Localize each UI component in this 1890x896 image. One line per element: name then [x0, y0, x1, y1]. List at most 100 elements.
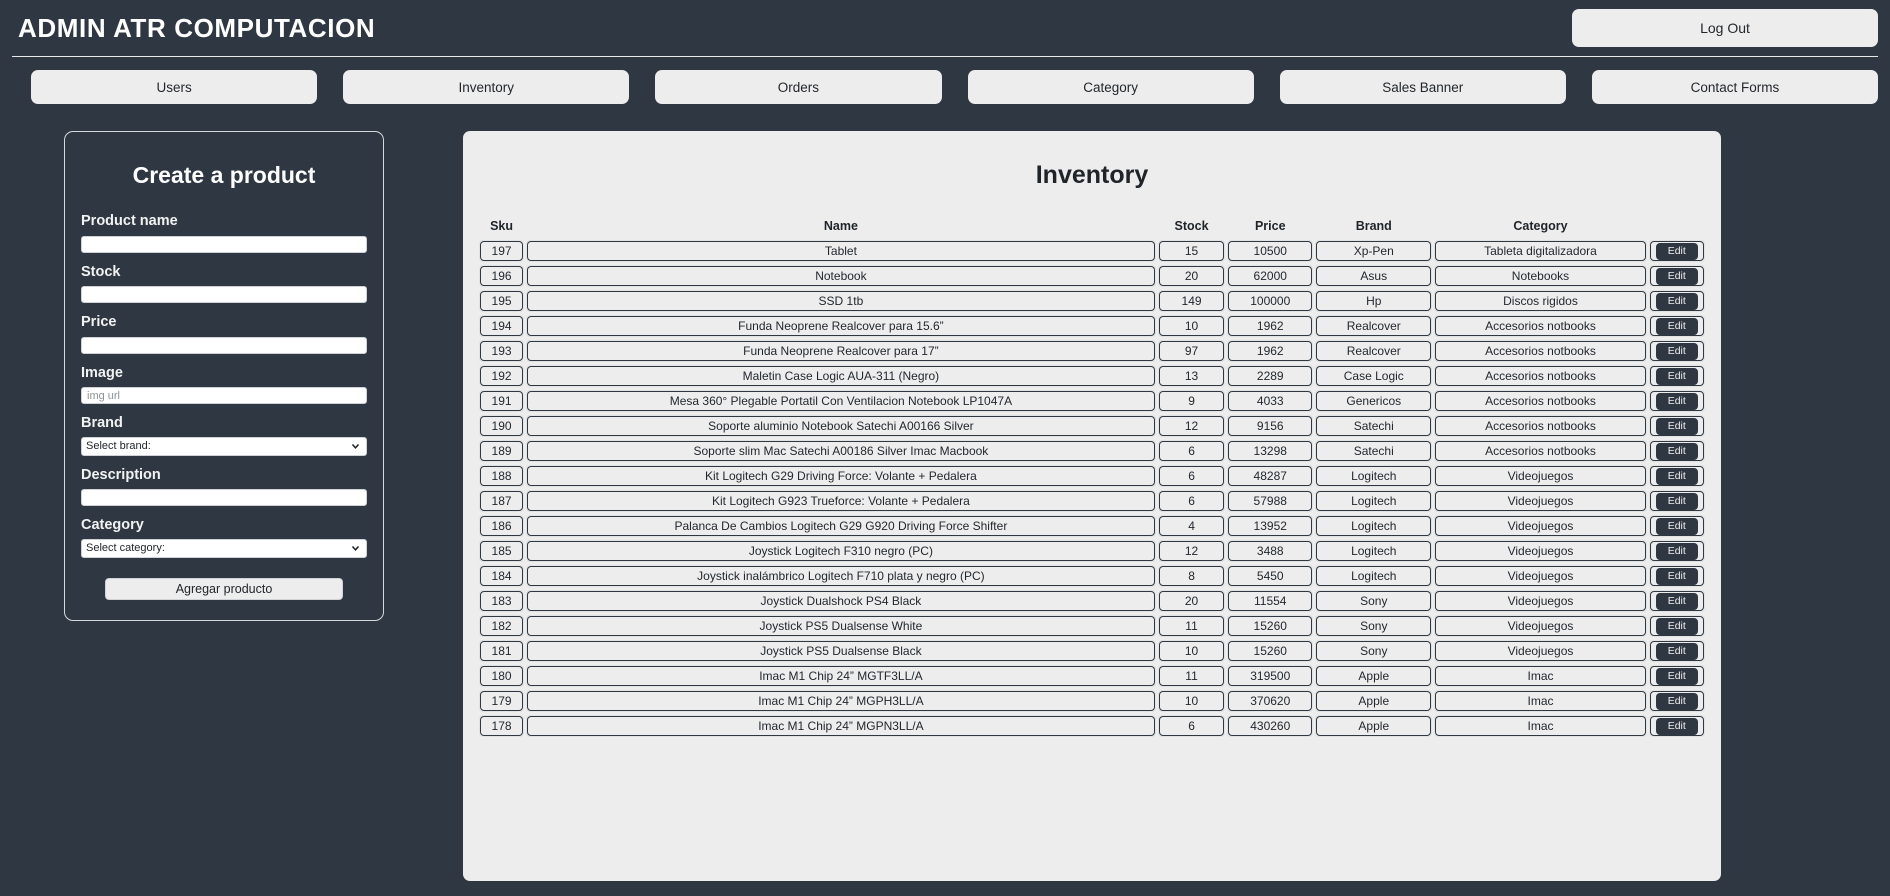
- form-title: Create a product: [132, 162, 316, 188]
- cell-actions: Edit: [1648, 690, 1705, 712]
- cell-sku: 195: [479, 290, 525, 312]
- cell-brand: Genericos: [1315, 390, 1433, 412]
- table-row: 182 Joystick PS5 Dualsense White 11 15260 So…: [479, 615, 1705, 637]
- cell-price: 3488: [1227, 540, 1314, 562]
- field-label-brand: Brand: [81, 415, 123, 431]
- cell-name: Maletin Case Logic AUA-311 (Negro): [526, 365, 1156, 387]
- table-row: 193 Funda Neoprene Realcover para 17” 97 19…: [479, 340, 1705, 362]
- price-input[interactable]: [81, 336, 367, 354]
- edit-button[interactable]: Edit: [1655, 517, 1698, 535]
- form-fields-container: Product name Stock Price Image Brand Select b…: [81, 213, 367, 558]
- cell-category: Imac: [1434, 665, 1647, 687]
- edit-button[interactable]: Edit: [1655, 392, 1698, 410]
- cell-brand: Apple: [1315, 665, 1433, 687]
- cell-stock: 12: [1157, 540, 1226, 562]
- table-row: 180 Imac M1 Chip 24” MGTF3LL/A 11 319500 App…: [479, 665, 1705, 687]
- cell-stock: 10: [1157, 640, 1226, 662]
- cell-price: 13952: [1227, 515, 1314, 537]
- field-label-stock: Stock: [81, 263, 121, 280]
- nav-button-category[interactable]: Category: [967, 70, 1254, 104]
- nav-button-users[interactable]: Users: [31, 70, 318, 104]
- cell-name: Joystick Logitech F310 negro (PC): [526, 540, 1156, 562]
- cell-category: Accesorios notbooks: [1434, 440, 1647, 462]
- nav-button-inventory[interactable]: Inventory: [343, 70, 630, 104]
- inventory-title: Inventory: [1035, 161, 1149, 189]
- cell-actions: Edit: [1648, 665, 1705, 687]
- edit-button[interactable]: Edit: [1655, 567, 1698, 585]
- add-product-button[interactable]: Agregar producto: [105, 577, 343, 600]
- edit-button[interactable]: Edit: [1655, 442, 1698, 460]
- cell-price: 319500: [1227, 665, 1314, 687]
- edit-button[interactable]: Edit: [1655, 342, 1698, 360]
- cell-stock: 4: [1157, 515, 1226, 537]
- field-image: Image: [81, 365, 367, 404]
- cell-sku: 181: [479, 640, 525, 662]
- cell-actions: Edit: [1648, 440, 1705, 462]
- field-brand: Brand Select brand:: [81, 415, 367, 456]
- column-header-stock: Stock: [1174, 219, 1209, 233]
- cell-stock: 13: [1157, 365, 1226, 387]
- cell-sku: 196: [479, 265, 525, 287]
- cell-brand: Realcover: [1315, 315, 1433, 337]
- cell-price: 5450: [1227, 565, 1314, 587]
- edit-button[interactable]: Edit: [1655, 667, 1698, 685]
- table-row: 185 Joystick Logitech F310 negro (PC) 12 34…: [479, 540, 1705, 562]
- edit-button[interactable]: Edit: [1655, 642, 1698, 660]
- nav-button-orders[interactable]: Orders: [655, 70, 942, 104]
- cell-name: Imac M1 Chip 24” MGPH3LL/A: [526, 690, 1156, 712]
- category-select[interactable]: Select category:: [81, 538, 367, 558]
- edit-button[interactable]: Edit: [1655, 542, 1698, 560]
- cell-price: 48287: [1227, 465, 1314, 487]
- table-row: 192 Maletin Case Logic AUA-311 (Negro) 13 2…: [479, 365, 1705, 387]
- table-row: 188 Kit Logitech G29 Driving Force: Volan…: [479, 465, 1705, 487]
- cell-category: Discos rigidos: [1434, 290, 1647, 312]
- stock-input[interactable]: [81, 286, 367, 303]
- image-input[interactable]: [81, 387, 367, 404]
- cell-sku: 186: [479, 515, 525, 537]
- app-title: ADMIN ATR COMPUTACION: [18, 12, 376, 43]
- nav-button-contact-forms[interactable]: Contact Forms: [1591, 70, 1879, 104]
- edit-button[interactable]: Edit: [1655, 267, 1698, 285]
- cell-name: Soporte aluminio Notebook Satechi A00166…: [526, 415, 1156, 437]
- cell-sku: 193: [479, 340, 525, 362]
- cell-name: Notebook: [526, 265, 1156, 287]
- edit-button[interactable]: Edit: [1655, 317, 1698, 335]
- cell-name: Joystick inalámbrico Logitech F710 plata…: [526, 565, 1156, 587]
- nav-button-sales-banner[interactable]: Sales Banner: [1279, 70, 1566, 104]
- table-header-row: Sku Name Stock Price Brand Category: [479, 219, 1705, 237]
- cell-brand: Hp: [1315, 290, 1433, 312]
- cell-actions: Edit: [1648, 515, 1705, 537]
- cell-sku: 185: [479, 540, 525, 562]
- cell-name: Funda Neoprene Realcover para 15.6”: [526, 315, 1156, 337]
- product-name-input[interactable]: [81, 235, 367, 253]
- edit-button[interactable]: Edit: [1655, 592, 1698, 610]
- edit-button[interactable]: Edit: [1655, 367, 1698, 385]
- cell-name: Mesa 360° Plegable Portatil Con Ventilac…: [526, 390, 1156, 412]
- cell-stock: 10: [1157, 690, 1226, 712]
- cell-brand: Apple: [1315, 690, 1433, 712]
- cell-stock: 20: [1157, 590, 1226, 612]
- inventory-table-head: Sku Name Stock Price Brand Category: [479, 219, 1705, 237]
- cell-brand: Satechi: [1315, 440, 1433, 462]
- cell-price: 62000: [1227, 265, 1314, 287]
- edit-button[interactable]: Edit: [1655, 492, 1698, 510]
- description-input[interactable]: [81, 489, 367, 506]
- cell-stock: 6: [1157, 465, 1226, 487]
- log-out-button[interactable]: Log Out: [1572, 9, 1878, 47]
- brand-select[interactable]: Select brand:: [81, 436, 367, 456]
- edit-button[interactable]: Edit: [1655, 417, 1698, 435]
- cell-name: Funda Neoprene Realcover para 17”: [526, 340, 1156, 362]
- edit-button[interactable]: Edit: [1655, 467, 1698, 485]
- cell-name: Imac M1 Chip 24” MGPN3LL/A: [526, 715, 1156, 737]
- cell-stock: 97: [1157, 340, 1226, 362]
- edit-button[interactable]: Edit: [1655, 242, 1698, 260]
- cell-brand: Apple: [1315, 715, 1433, 737]
- edit-button[interactable]: Edit: [1655, 692, 1698, 710]
- edit-button[interactable]: Edit: [1655, 617, 1698, 635]
- cell-stock: 149: [1157, 290, 1226, 312]
- edit-button[interactable]: Edit: [1655, 292, 1698, 310]
- edit-button[interactable]: Edit: [1655, 717, 1698, 735]
- cell-actions: Edit: [1648, 465, 1705, 487]
- cell-actions: Edit: [1648, 415, 1705, 437]
- cell-category: Videojuegos: [1434, 490, 1647, 512]
